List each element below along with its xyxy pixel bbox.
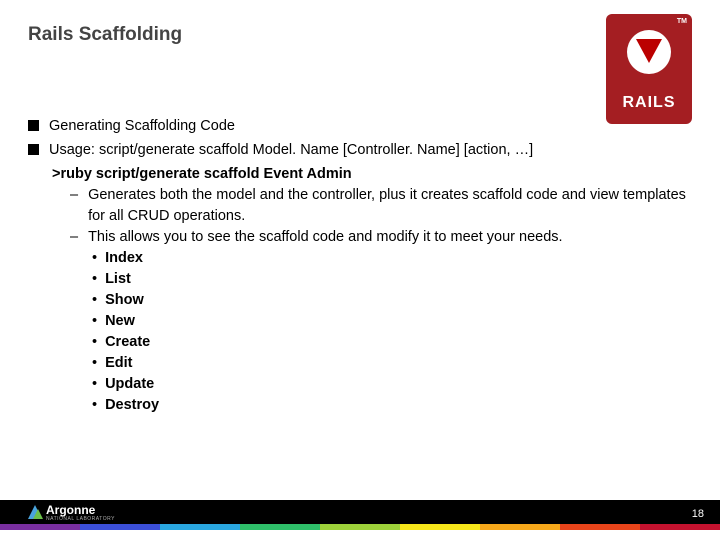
bullet-item: Generating Scaffolding Code [28,116,692,137]
square-bullet-icon [28,144,39,155]
op-label: Destroy [105,395,159,416]
sub-bullet: – This allows you to see the scaffold co… [70,227,692,248]
dash-icon: – [70,227,78,248]
dot-icon: • [92,311,97,332]
rails-logo: TM RAILS [606,14,692,124]
dot-icon: • [92,269,97,290]
dash-icon: – [70,185,78,206]
op-label: Create [105,332,150,353]
slide-title: Rails Scaffolding [28,24,182,46]
sub-bullet: – Generates both the model and the contr… [70,185,692,227]
dot-icon: • [92,332,97,353]
footer-band: Argonne NATIONAL LABORATORY [0,500,720,524]
bullet-item: Usage: script/generate scaffold Model. N… [28,140,692,161]
slide-body: Generating Scaffolding Code Usage: scrip… [28,116,692,416]
sub-bullet-text: Generates both the model and the control… [88,185,692,227]
op-label: Show [105,290,144,311]
op-label: Index [105,248,143,269]
op-label: Update [105,374,154,395]
bullet-text: Generating Scaffolding Code [49,116,235,137]
argonne-text-wrap: Argonne NATIONAL LABORATORY [46,503,115,522]
sub-bullet-text: This allows you to see the scaffold code… [88,227,562,248]
argonne-triangle-icon [28,505,42,519]
dot-icon: • [92,353,97,374]
dot-icon: • [92,395,97,416]
ruby-gem-icon [627,30,671,74]
op-item: • Destroy [92,395,692,416]
op-label: List [105,269,131,290]
argonne-logo: Argonne NATIONAL LABORATORY [28,503,115,522]
op-item: • New [92,311,692,332]
op-item: • Create [92,332,692,353]
op-item: • Edit [92,353,692,374]
op-label: New [105,311,135,332]
rails-logo-text: RAILS [606,94,692,112]
page-number: 18 [692,508,704,520]
dot-icon: • [92,248,97,269]
op-item: • Show [92,290,692,311]
footer-brand: Argonne [46,503,115,517]
dot-icon: • [92,290,97,311]
op-item: • Update [92,374,692,395]
tm-mark: TM [677,18,687,25]
op-item: • List [92,269,692,290]
square-bullet-icon [28,120,39,131]
bullet-text: Usage: script/generate scaffold Model. N… [49,140,533,161]
footer: Argonne NATIONAL LABORATORY 18 [0,500,720,540]
op-item: • Index [92,248,692,269]
op-label: Edit [105,353,132,374]
slide: Rails Scaffolding TM RAILS Generating Sc… [0,0,720,540]
footer-sub: NATIONAL LABORATORY [46,516,115,522]
dot-icon: • [92,374,97,395]
rainbow-bar [0,524,720,530]
command-line: >ruby script/generate scaffold Event Adm… [52,164,692,185]
